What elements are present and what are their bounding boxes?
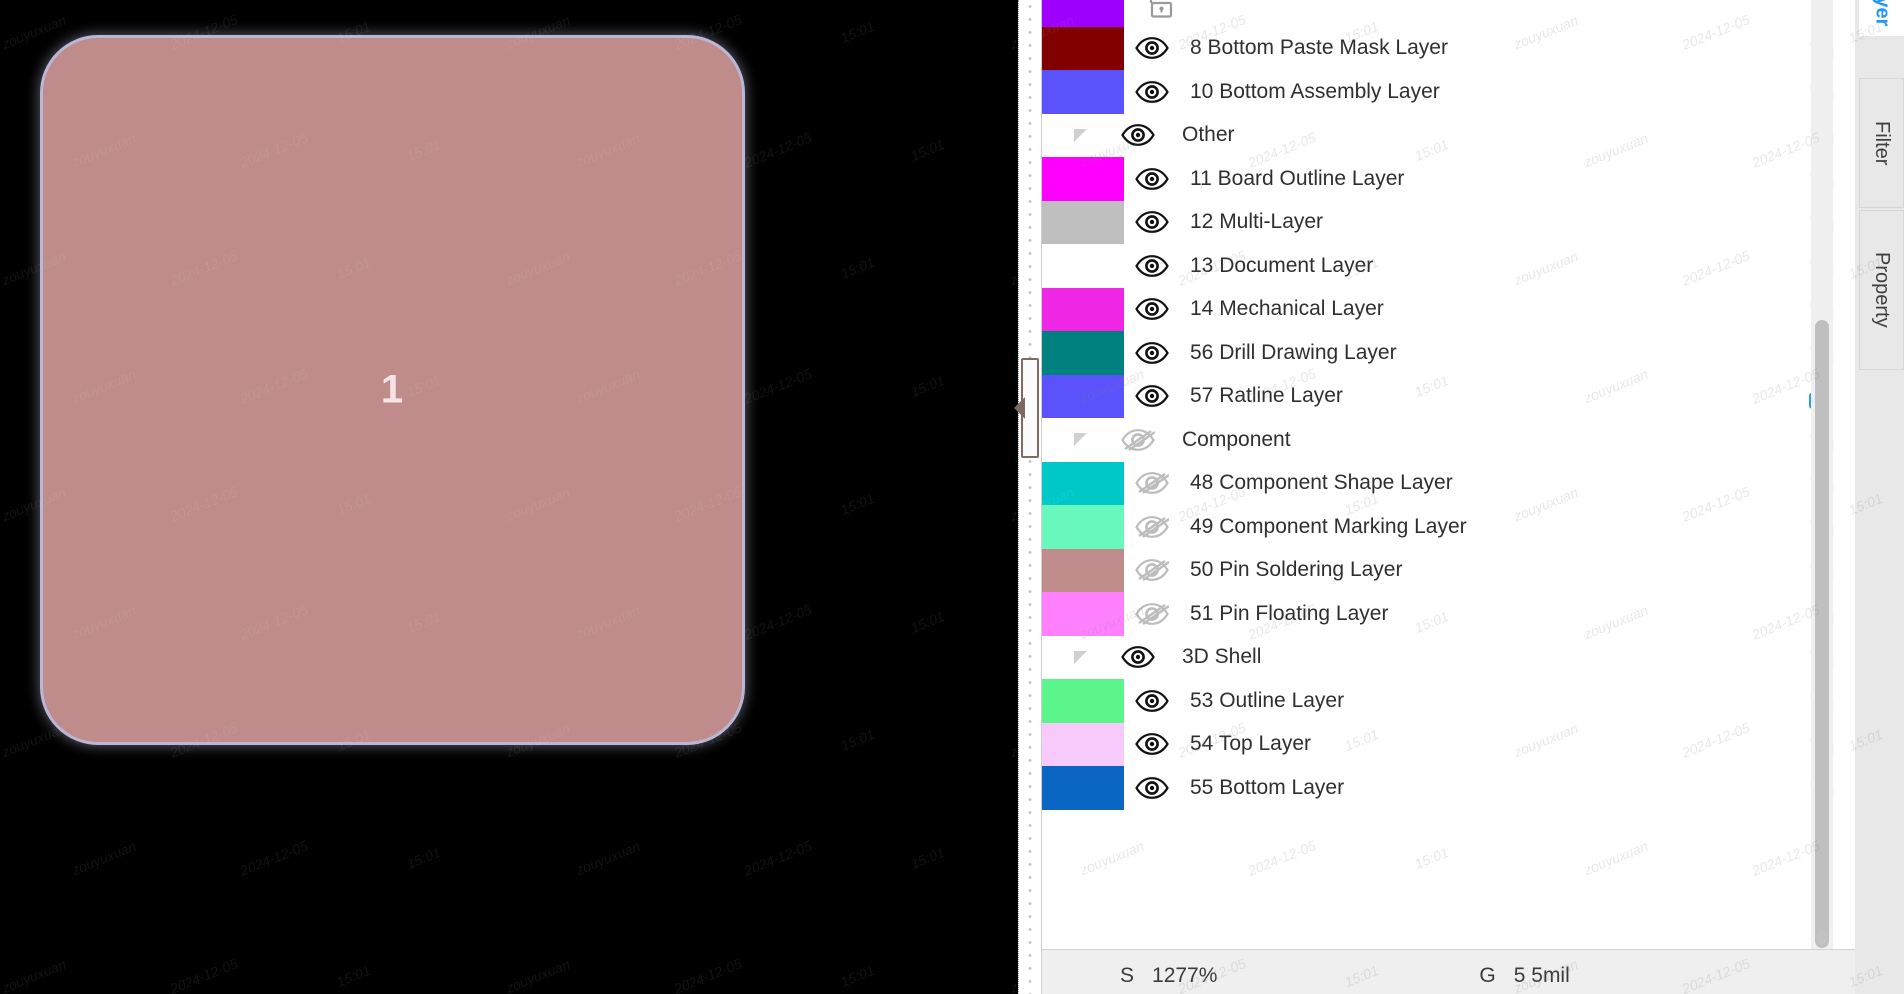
status-zoom-value: 1277% (1152, 964, 1218, 987)
layer-color-swatch[interactable] (1042, 461, 1124, 505)
pcb-canvas[interactable]: 1 (0, 0, 1018, 994)
layer-name-label: 51 Pin Floating Layer (1190, 601, 1389, 625)
layer-row[interactable]: 56 Drill Drawing Layer (1042, 331, 1855, 375)
status-zoom: S 1277% (1120, 964, 1217, 988)
eye-icon[interactable] (1124, 776, 1180, 799)
layer-row[interactable]: 13 Document Layer (1042, 244, 1855, 288)
layer-name-label: 3D Shell (1182, 645, 1262, 669)
right-tab-strip: Layer Filter Property (1855, 0, 1904, 994)
status-grid-key: G (1479, 964, 1496, 987)
eye-icon[interactable] (1124, 211, 1180, 234)
layer-color-swatch[interactable] (1042, 70, 1124, 114)
layer-name-label: 12 Multi-Layer (1190, 210, 1324, 234)
triangle-collapse-icon (1073, 650, 1087, 664)
eye-icon[interactable] (1124, 80, 1180, 103)
layer-color-swatch[interactable] (1042, 0, 1124, 27)
status-bar: S 1277% G 5 5mil (1042, 949, 1855, 994)
layer-color-swatch[interactable] (1042, 157, 1124, 201)
tab-layer[interactable]: Layer (1859, 0, 1904, 36)
layer-row[interactable]: 12 Multi-Layer (1042, 200, 1855, 244)
panel-splitter[interactable] (1018, 0, 1042, 994)
layer-name-label: 14 Mechanical Layer (1190, 297, 1384, 321)
layer-row[interactable]: 57 Ratline Layer (1042, 374, 1855, 418)
splitter-grip-dots (1027, 0, 1033, 994)
layer-name-label: 53 Outline Layer (1190, 688, 1345, 712)
eye-icon[interactable] (1124, 689, 1180, 712)
layer-color-swatch[interactable] (1042, 766, 1124, 810)
triangle-collapse-icon (1073, 433, 1087, 447)
layer-row[interactable]: 55 Bottom Layer (1042, 766, 1855, 810)
layer-name-label: 50 Pin Soldering Layer (1190, 558, 1403, 582)
layer-color-swatch[interactable] (1042, 374, 1124, 418)
eye-icon[interactable] (1124, 341, 1180, 364)
layer-group-row[interactable]: Other (1042, 113, 1855, 157)
eye-off-icon[interactable] (1124, 472, 1180, 495)
layer-name-label: 13 Document Layer (1190, 253, 1374, 277)
layer-color-swatch[interactable] (1042, 26, 1124, 70)
eye-icon[interactable] (1110, 124, 1166, 147)
layer-list-scrollbar[interactable] (1811, 0, 1833, 949)
layer-name-label: 11 Board Outline Layer (1190, 166, 1405, 190)
layer-row[interactable]: 49 Component Marking Layer (1042, 505, 1855, 549)
layer-color-swatch[interactable] (1042, 287, 1124, 331)
tab-filter[interactable]: Filter (1859, 78, 1904, 208)
layer-color-swatch[interactable] (1042, 548, 1124, 592)
status-zoom-key: S (1120, 964, 1135, 987)
layer-row[interactable]: 10 Bottom Assembly Layer (1042, 70, 1855, 114)
eye-icon[interactable] (1124, 37, 1180, 60)
layer-name-label: 55 Bottom Layer (1190, 775, 1345, 799)
layer-color-swatch[interactable] (1042, 331, 1124, 375)
scrollbar-thumb[interactable] (1815, 320, 1829, 948)
scroll-down-arrow-icon[interactable] (1815, 938, 1829, 947)
layer-row[interactable]: 8 Bottom Paste Mask Layer (1042, 26, 1855, 70)
eye-off-icon[interactable] (1124, 559, 1180, 582)
layer-row[interactable]: 50 Pin Soldering Layer (1042, 548, 1855, 592)
layer-name-label: 48 Component Shape Layer (1190, 471, 1453, 495)
eye-icon[interactable] (1110, 646, 1166, 669)
layer-color-swatch[interactable] (1042, 592, 1124, 636)
layer-color-swatch[interactable] (1042, 244, 1124, 288)
layer-color-swatch[interactable] (1042, 679, 1124, 723)
eye-off-icon[interactable] (1124, 515, 1180, 538)
pad-number-label: 1 (380, 367, 405, 412)
layer-row[interactable]: 54 Top Layer (1042, 722, 1855, 766)
layer-row[interactable] (1042, 0, 1855, 27)
pcb-pad-shape[interactable]: 1 (40, 35, 745, 745)
eye-icon[interactable] (1124, 167, 1180, 190)
layer-group-row[interactable]: 3D Shell (1042, 635, 1855, 679)
layer-name-label: 54 Top Layer (1190, 732, 1312, 756)
layer-group-row[interactable]: Component (1042, 418, 1855, 462)
layer-name-label: 57 Ratline Layer (1190, 384, 1343, 408)
eye-icon[interactable] (1124, 298, 1180, 321)
layer-name-label: 56 Drill Drawing Layer (1190, 340, 1397, 364)
layer-name-label: Other (1182, 123, 1235, 147)
status-grid: G 5 5mil (1479, 964, 1569, 988)
eye-icon[interactable] (1124, 733, 1180, 756)
application-window: 1 8 Bottom Paste Mask Layer 10 Bottom Ass… (0, 0, 1904, 994)
layer-name-label: Component (1182, 427, 1291, 451)
tab-property[interactable]: Property (1859, 210, 1904, 370)
eye-icon[interactable] (1124, 385, 1180, 408)
layer-color-swatch[interactable] (1042, 722, 1124, 766)
eye-icon[interactable] (1124, 254, 1180, 277)
layer-name-label: 8 Bottom Paste Mask Layer (1190, 36, 1448, 60)
lock-open-icon[interactable] (1124, 0, 1194, 21)
layer-color-swatch[interactable] (1042, 200, 1124, 244)
layer-list[interactable]: 8 Bottom Paste Mask Layer 10 Bottom Assem… (1042, 0, 1855, 949)
layer-color-swatch[interactable] (1042, 505, 1124, 549)
layer-row[interactable]: 11 Board Outline Layer (1042, 157, 1855, 201)
layer-name-label: 10 Bottom Assembly Layer (1190, 79, 1440, 103)
status-grid-value: 5 5mil (1513, 964, 1570, 987)
layer-row[interactable]: 14 Mechanical Layer (1042, 287, 1855, 331)
panel-collapse-handle[interactable] (1021, 358, 1039, 458)
layer-panel: 8 Bottom Paste Mask Layer 10 Bottom Assem… (1042, 0, 1855, 994)
layer-row[interactable]: 53 Outline Layer (1042, 679, 1855, 723)
layer-row[interactable]: 51 Pin Floating Layer (1042, 592, 1855, 636)
scroll-up-arrow-icon[interactable] (1815, 928, 1829, 937)
layer-name-label: 49 Component Marking Layer (1190, 514, 1467, 538)
layer-row[interactable]: 48 Component Shape Layer (1042, 461, 1855, 505)
eye-off-icon[interactable] (1110, 428, 1166, 451)
eye-off-icon[interactable] (1124, 602, 1180, 625)
triangle-collapse-icon (1073, 128, 1087, 142)
